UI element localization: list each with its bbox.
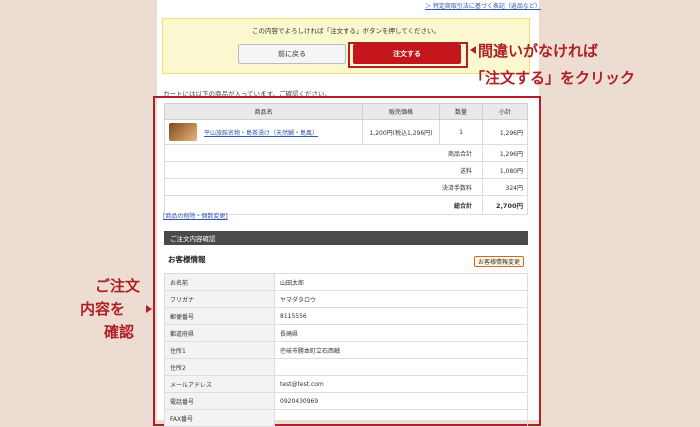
summary-label: 商品合計 — [164, 144, 483, 162]
summary-value: 1,296円 — [482, 144, 528, 162]
arrow-right-icon — [146, 305, 152, 313]
field-label: 都道府県 — [164, 324, 275, 342]
field-label: 電話番号 — [164, 392, 275, 410]
field-value: 山田太郎 — [274, 273, 528, 291]
qty-cell: 1 — [439, 119, 483, 145]
edit-cart-link[interactable]: [商品の削除・個数変更] — [163, 211, 228, 220]
annotation-review-line2: 内容を — [80, 300, 126, 318]
customer-row: FAX番号 — [164, 409, 528, 427]
product-cell: 平山旅館名物・島茶漬け（天然鯛・島風） — [164, 119, 363, 145]
col-header: 小計 — [482, 103, 528, 120]
customer-info-title: お客様情報 — [168, 255, 206, 264]
product-thumbnail — [169, 123, 197, 141]
customer-row: メールアドレス test@test.com — [164, 375, 528, 393]
field-value: 8115556 — [274, 307, 528, 325]
summary-row: 商品合計 1,296円 — [164, 144, 528, 162]
col-header: 販売価格 — [362, 103, 440, 120]
change-customer-button[interactable]: お客様情報変更 — [474, 256, 524, 267]
cart-table: 商品名 販売価格 数量 小計 平山旅館名物・島茶漬け（天然鯛・島風） 1,200… — [164, 103, 528, 215]
field-value — [274, 409, 528, 427]
field-label: 住所1 — [164, 341, 275, 359]
price-cell: 1,200円(税込1,296円) — [362, 119, 440, 145]
field-label: 郵便番号 — [164, 307, 275, 325]
section-header: ご注文内容確認 — [164, 231, 528, 245]
summary-row: 決済手数料 324円 — [164, 178, 528, 196]
field-label: FAX番号 — [164, 409, 275, 427]
summary-label: 決済手数料 — [164, 178, 483, 196]
law-link[interactable]: ＞ 特定商取引法に基づく表記（返品など） — [425, 1, 541, 10]
summary-value: 324円 — [482, 178, 528, 196]
annotation-order-line2: 「注文する」をクリック — [470, 69, 636, 87]
col-header: 商品名 — [164, 103, 363, 120]
field-label: 住所2 — [164, 358, 275, 376]
field-value: 壱岐市勝本町立石西触 — [274, 341, 528, 359]
field-label: フリガナ — [164, 290, 275, 308]
summary-label: 送料 — [164, 161, 483, 179]
col-header: 数量 — [439, 103, 483, 120]
field-value: 0920430969 — [274, 392, 528, 410]
customer-row: 郵便番号 8115556 — [164, 307, 528, 325]
customer-row: 住所2 — [164, 358, 528, 376]
order-button[interactable]: 注文する — [353, 44, 461, 64]
field-value: test@test.com — [274, 375, 528, 393]
customer-row: 住所1 壱岐市勝本町立石西触 — [164, 341, 528, 359]
field-label: メールアドレス — [164, 375, 275, 393]
field-label: お名前 — [164, 273, 275, 291]
product-link[interactable]: 平山旅館名物・島茶漬け（天然鯛・島風） — [204, 128, 318, 137]
customer-table: お名前 山田太郎 フリガナ ヤマダタロウ 郵便番号 8115556 都道府県 長崎県 住… — [164, 273, 528, 427]
cart-header-row: 商品名 販売価格 数量 小計 — [164, 103, 528, 120]
arrow-left-icon — [470, 46, 476, 54]
customer-row: 電話番号 0920430969 — [164, 392, 528, 410]
annotation-review-line1: ご注文 — [95, 277, 141, 295]
subtotal-cell: 1,296円 — [482, 119, 528, 145]
annotation-order-line1: 間違いがなければ — [478, 42, 599, 60]
summary-value: 1,080円 — [482, 161, 528, 179]
back-button[interactable]: 前に戻る — [238, 44, 346, 64]
field-value: 長崎県 — [274, 324, 528, 342]
customer-row: 都道府県 長崎県 — [164, 324, 528, 342]
field-value: ヤマダタロウ — [274, 290, 528, 308]
summary-row: 送料 1,080円 — [164, 161, 528, 179]
field-value — [274, 358, 528, 376]
annotation-review-line3: 確認 — [104, 323, 135, 341]
customer-row: フリガナ ヤマダタロウ — [164, 290, 528, 308]
confirm-message: この内容でよろしければ「注文する」ボタンを押してください。 — [251, 27, 441, 35]
cart-item-row: 平山旅館名物・島茶漬け（天然鯛・島風） 1,200円(税込1,296円) 1 1… — [164, 119, 528, 145]
total-value: 2,700円 — [482, 195, 528, 215]
customer-row: お名前 山田太郎 — [164, 273, 528, 291]
